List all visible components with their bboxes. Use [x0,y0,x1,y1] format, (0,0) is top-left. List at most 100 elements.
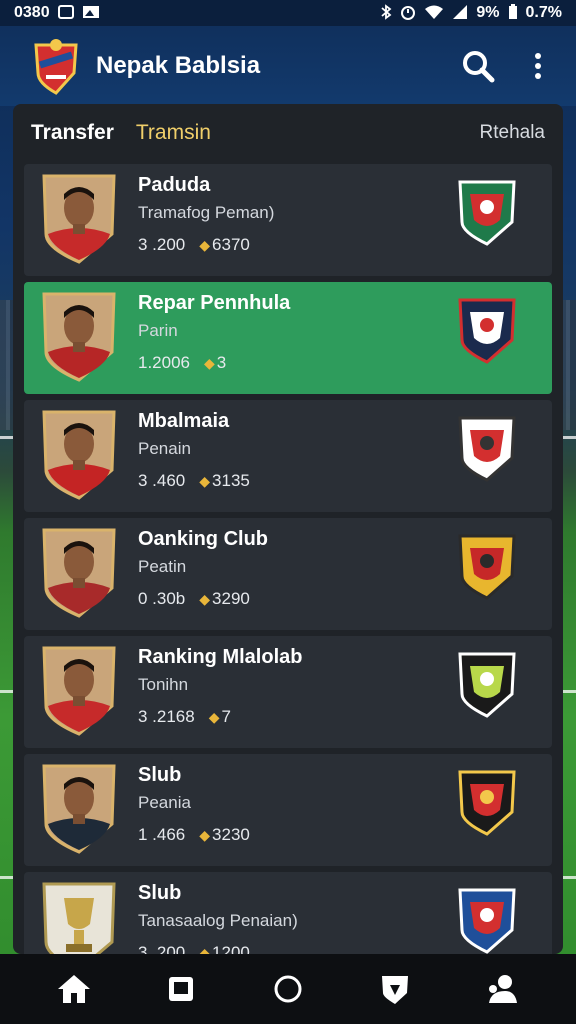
player-avatar [40,172,118,264]
player-info: Slub Tanasaalog Penaian) 3 .200 ◆ 1200 [138,882,442,954]
more-vert-icon[interactable] [518,46,558,86]
tab-transfer-alt[interactable]: Tramsin [136,121,480,145]
player-stats: 3 .200 ◆ 1200 [138,943,442,954]
player-card[interactable]: Slub Tanasaalog Penaian) 3 .200 ◆ 1200 [24,872,552,954]
player-subtitle: Parin [138,321,178,340]
player-stat-value: 3230 [212,825,250,844]
coin-icon: ◆ [204,355,215,371]
player-subtitle: Tramafog Peman) [138,203,275,222]
player-name: Slub [138,764,182,786]
player-value: ◆ 3135 [199,471,250,491]
player-stat-value: 6370 [212,235,250,254]
player-name: Mbalmaia [138,410,230,432]
player-info: Slub Peania 1 .466 ◆ 3230 [138,764,442,845]
profile-icon[interactable] [474,961,530,1017]
battery-percent: 9% [476,4,500,21]
circle-icon[interactable] [260,961,316,1017]
player-stat-value: 7 [221,707,231,726]
club-crest-icon [456,532,518,602]
player-stat-value: 3290 [212,589,250,608]
image-icon [82,5,100,22]
player-value: ◆ 3230 [199,825,250,845]
player-stats: 3 .460 ◆ 3135 [138,471,442,491]
battery-percent-secondary: 0.7% [525,4,562,21]
coin-icon: ◆ [199,945,211,954]
coin-icon: ◆ [199,237,211,253]
coin-icon: ◆ [199,827,211,843]
tab-right[interactable]: Rtehala [480,122,546,144]
player-stat-primary: 3 .200 [138,235,186,254]
player-stat-primary: 0 .30b [138,589,186,608]
player-avatar [40,880,118,954]
player-stat-primary: 3 .2168 [138,707,195,726]
app-bar: Nepak Bablsia [0,26,576,106]
player-value: ◆ 3 [204,353,226,373]
player-stat-value: 3 [216,353,227,372]
search-icon[interactable] [458,46,498,86]
status-right: 9% 0.7% [380,3,562,23]
player-info: Repar Pennhula Parin 1.2006 ◆ 3 [138,292,442,373]
player-card[interactable]: Mbalmaia Penain 3 .460 ◆ 3135 [24,400,552,512]
player-info: Ranking Mlalolab Tonihn 3 .2168 ◆ 7 [138,646,442,727]
player-subtitle: Peania [138,793,191,812]
player-stats: 3 .200 ◆ 6370 [138,235,442,255]
shield-icon[interactable] [367,961,423,1017]
status-left: 0380 [14,4,100,22]
player-avatar [40,290,118,382]
club-crest-icon [456,296,518,366]
club-crest-logo [30,37,82,95]
player-card[interactable]: Repar Pennhula Parin 1.2006 ◆ 3 [24,282,552,394]
player-subtitle: Penain [138,439,191,458]
player-avatar [40,762,118,854]
player-stats: 0 .30b ◆ 3290 [138,589,442,609]
player-stat-primary: 1.2006 [138,353,190,372]
bottom-navigation [0,954,576,1024]
player-info: Oanking Club Peatin 0 .30b ◆ 3290 [138,528,442,609]
player-avatar [40,408,118,500]
tab-transfer[interactable]: Transfer [31,121,114,145]
player-stats: 3 .2168 ◆ 7 [138,707,442,727]
bluetooth-icon [380,3,392,23]
player-subtitle: Peatin [138,557,187,576]
player-name: Slub [138,882,182,904]
player-card[interactable]: Ranking Mlalolab Tonihn 3 .2168 ◆ 7 [24,636,552,748]
player-stats: 1.2006 ◆ 3 [138,353,442,373]
club-crest-icon [456,178,518,248]
club-crest-icon [456,768,518,838]
player-value: ◆ 7 [209,707,231,727]
coin-icon: ◆ [199,591,211,607]
wifi-icon [424,4,444,23]
transfer-panel: Transfer Tramsin Rtehala Paduda Tramafog … [13,104,563,954]
player-name: Oanking Club [138,528,268,550]
player-avatar [40,526,118,618]
notification-icon [57,4,74,22]
player-value: ◆ 6370 [199,235,250,255]
club-crest-icon [456,414,518,484]
square-icon[interactable] [153,961,209,1017]
club-crest-icon [456,886,518,954]
player-name: Ranking Mlalolab [138,646,303,668]
player-stat-value: 3135 [212,471,250,490]
player-subtitle: Tonihn [138,675,189,694]
player-card[interactable]: Oanking Club Peatin 0 .30b ◆ 3290 [24,518,552,630]
player-card[interactable]: Slub Peania 1 .466 ◆ 3230 [24,754,552,866]
player-stat-primary: 1 .466 [138,825,186,844]
player-avatar [40,644,118,736]
player-name: Paduda [138,174,211,196]
player-stats: 1 .466 ◆ 3230 [138,825,442,845]
home-icon[interactable] [46,961,102,1017]
player-value: ◆ 3290 [199,589,250,609]
app-title: Nepak Bablsia [96,52,261,79]
battery-icon [508,3,518,23]
player-value: ◆ 1200 [199,943,250,954]
status-time: 0380 [14,4,50,21]
club-crest-icon [456,650,518,720]
signal-icon [452,4,468,23]
player-subtitle: Tanasaalog Penaian) [138,911,298,930]
player-info: Paduda Tramafog Peman) 3 .200 ◆ 6370 [138,174,442,255]
player-stat-primary: 3 .460 [138,471,186,490]
player-card[interactable]: Paduda Tramafog Peman) 3 .200 ◆ 6370 [24,164,552,276]
player-stat-value: 1200 [212,943,250,954]
alarm-icon [400,4,416,23]
coin-icon: ◆ [199,473,211,489]
